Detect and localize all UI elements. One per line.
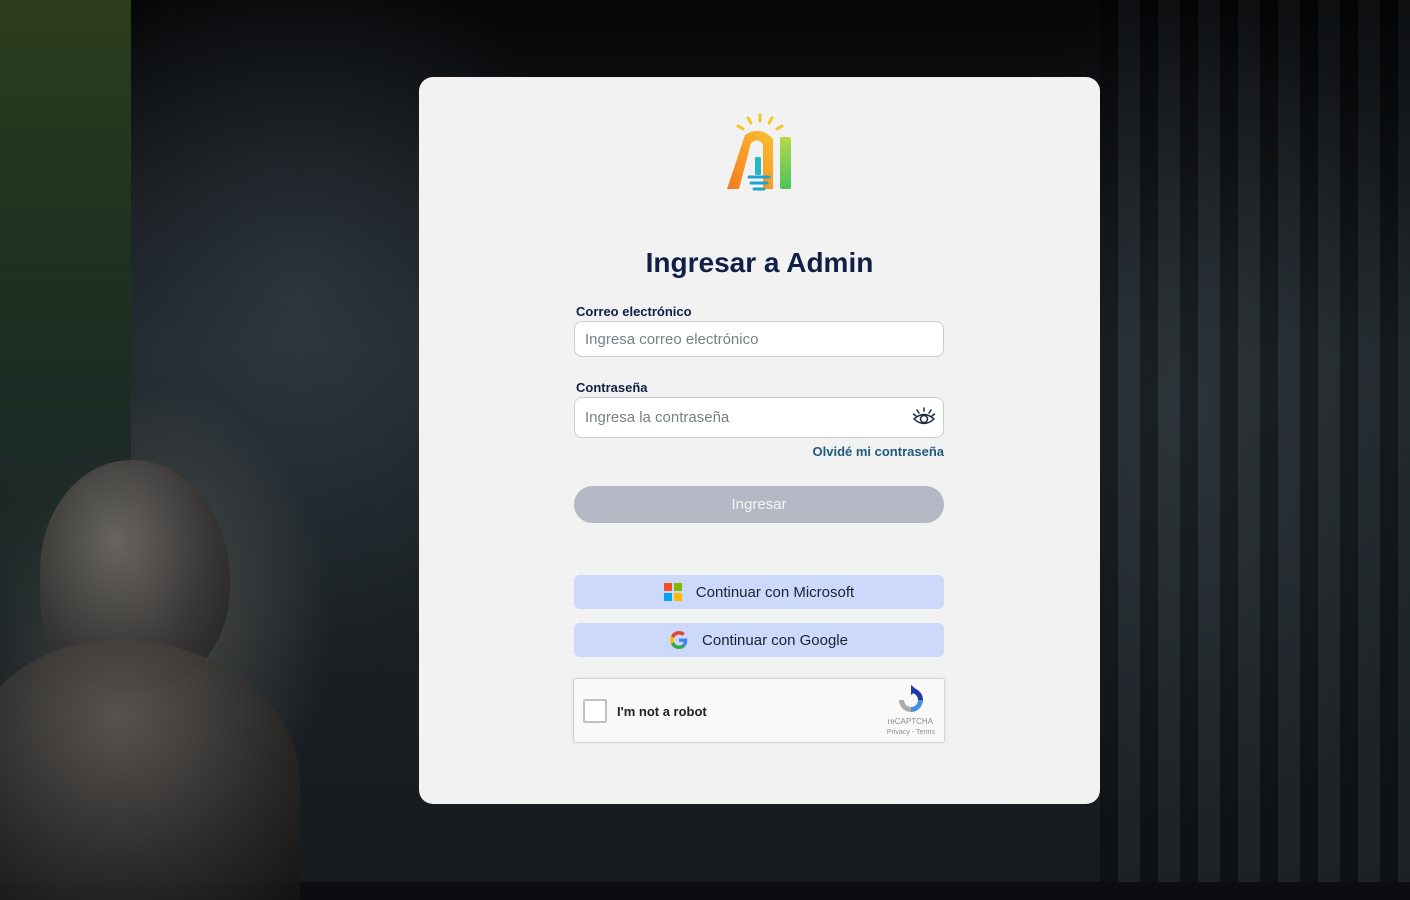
email-field[interactable] xyxy=(574,321,944,357)
recaptcha-brand: reCAPTCHA xyxy=(887,717,933,726)
recaptcha-links: Privacy - Terms xyxy=(887,729,935,736)
microsoft-logo-icon xyxy=(663,583,682,601)
recaptcha-checkbox[interactable] xyxy=(583,699,607,723)
page-title: Ingresar a Admin xyxy=(645,247,874,278)
email-label: Correo electrónico xyxy=(576,304,692,319)
google-signin-button[interactable]: Continuar con Google xyxy=(574,623,944,657)
recaptcha-widget: I'm not a robot reCAPTCHA Privacy - Term… xyxy=(573,678,945,743)
recaptcha-label: I'm not a robot xyxy=(617,704,707,719)
eye-icon[interactable] xyxy=(912,406,936,430)
google-logo-icon xyxy=(670,631,688,649)
submit-button[interactable]: Ingresar xyxy=(574,486,944,523)
login-card: Ingresar a Admin Correo electrónico Cont… xyxy=(419,77,1100,804)
recaptcha-terms-link[interactable]: Terms xyxy=(916,729,935,736)
password-field[interactable] xyxy=(574,397,944,438)
recaptcha-icon xyxy=(899,685,923,712)
microsoft-signin-button[interactable]: Continuar con Microsoft xyxy=(574,575,944,609)
microsoft-signin-label: Continuar con Microsoft xyxy=(695,583,855,601)
password-label: Contraseña xyxy=(576,380,648,395)
forgot-password-link[interactable]: Olvidé mi contraseña xyxy=(813,444,945,459)
background-shelves xyxy=(1100,0,1410,882)
ai-lightbulb-logo xyxy=(727,113,791,191)
google-signin-label: Continuar con Google xyxy=(702,631,848,649)
recaptcha-privacy-link[interactable]: Privacy xyxy=(887,729,910,736)
